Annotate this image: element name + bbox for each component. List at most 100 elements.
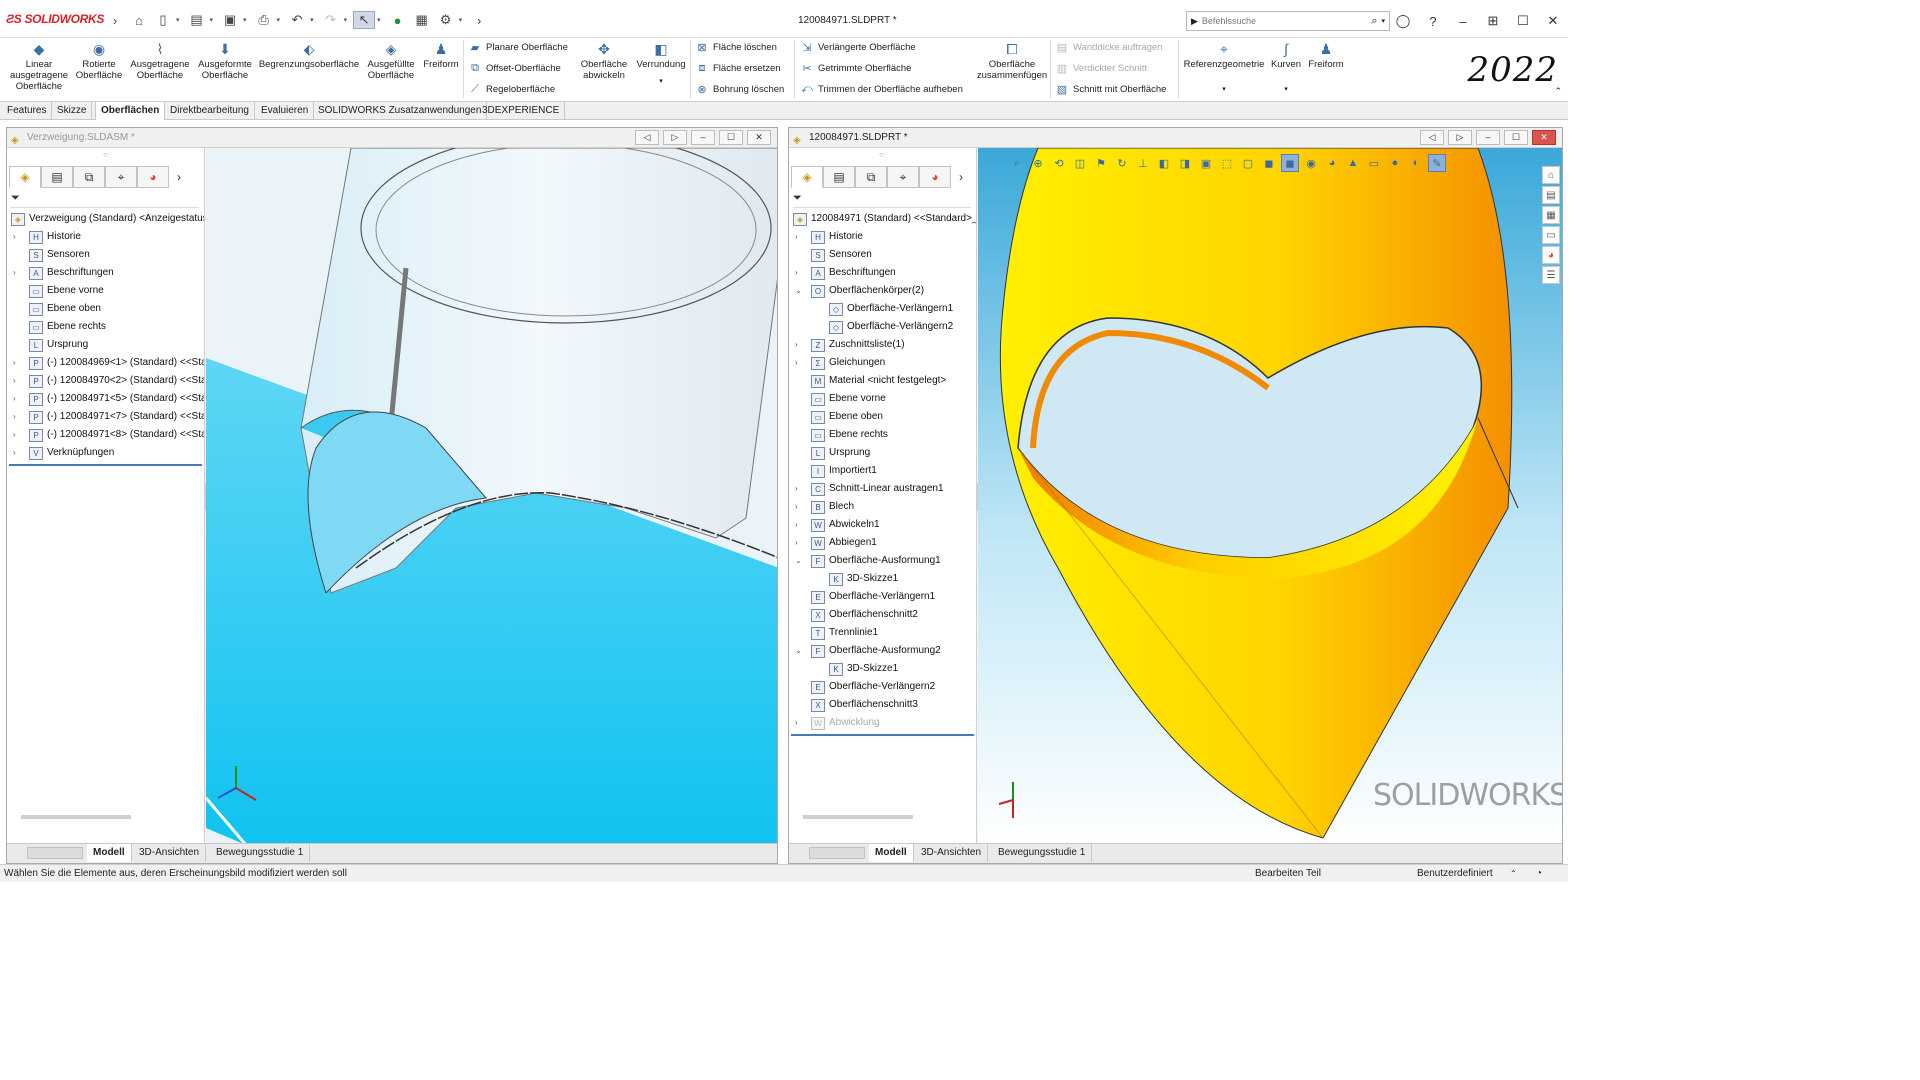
rotate-icon[interactable]: ↻ <box>1113 154 1131 172</box>
tree-item[interactable]: L Ursprung <box>789 444 976 462</box>
tree-item[interactable]: › A Beschriftungen <box>7 264 204 282</box>
freeform-button-2[interactable]: ♟ Freiform <box>1306 38 1346 71</box>
tab-model[interactable]: Modell <box>869 844 914 862</box>
tree-item[interactable]: › P (-) 120084969<1> (Standard) <<Star <box>7 354 204 372</box>
tree-item[interactable]: ▭ Ebene oben <box>7 300 204 318</box>
tree-item[interactable]: M Material <nicht festgelegt> <box>789 372 976 390</box>
expand-icon[interactable]: ⌄ <box>795 642 805 660</box>
section-view-icon[interactable]: ◫ <box>1071 154 1089 172</box>
flatten-surface-button[interactable]: ✥ Oberfläche abwickeln <box>576 38 632 82</box>
tree-item[interactable]: › P (-) 120084971<8> (Standard) <<Star <box>7 426 204 444</box>
dimxpert-tab-icon[interactable]: ⌖ <box>105 166 137 188</box>
tree-item[interactable]: › H Historie <box>7 228 204 246</box>
help-icon[interactable]: ? <box>1418 11 1448 31</box>
close-icon[interactable]: ✕ <box>1532 130 1556 145</box>
expand-icon[interactable]: › <box>795 534 805 552</box>
tab-addins[interactable]: SOLIDWORKS Zusatzanwendungen <box>313 102 488 120</box>
revolve-surface-button[interactable]: ◉ Rotierte Oberfläche <box>76 38 122 82</box>
wireframe-icon[interactable]: ⬚ <box>1218 154 1236 172</box>
expand-icon[interactable]: › <box>13 264 23 282</box>
command-search[interactable]: ▶ Befehlssuche ⌕ ▾ <box>1186 11 1390 31</box>
save-icon[interactable]: ▣ <box>219 11 241 29</box>
expand-icon[interactable]: › <box>13 408 23 426</box>
maximize-icon[interactable]: ☐ <box>1508 11 1538 31</box>
tab-sketch[interactable]: Skizze <box>52 102 93 120</box>
appearances-icon[interactable]: ◕ <box>1542 246 1560 264</box>
select-cursor-icon[interactable]: ↖ <box>353 11 376 29</box>
chevron-right-icon[interactable]: › <box>169 166 189 188</box>
shaded-with-edges-icon[interactable]: ◼ <box>1281 154 1299 172</box>
tree-item[interactable]: › V Verknüpfungen <box>7 444 204 462</box>
tab-surfaces[interactable]: Oberflächen <box>95 102 166 120</box>
tab-evaluate[interactable]: Evaluieren <box>256 102 315 120</box>
delete-face-button[interactable]: ⊠ Fläche löschen <box>695 40 777 54</box>
expand-icon[interactable]: › <box>795 714 805 732</box>
tab-scroll-buttons[interactable] <box>809 847 865 859</box>
tree-item[interactable]: S Sensoren <box>7 246 204 264</box>
search-input[interactable]: Befehlssuche <box>1202 16 1367 26</box>
tree-item[interactable]: ⌄ O Oberflächenkörper(2) <box>789 282 976 300</box>
tree-item[interactable]: ▭ Ebene rechts <box>7 318 204 336</box>
horizontal-scrollbar[interactable] <box>803 815 913 819</box>
tab-motion-study[interactable]: Bewegungsstudie 1 <box>210 844 311 862</box>
cube-icon[interactable]: ▣ <box>1197 154 1215 172</box>
minimize-icon[interactable]: – <box>691 130 715 145</box>
thicken-button[interactable]: ▤ Wanddicke auftragen <box>1055 40 1163 54</box>
collapse-ribbon-icon[interactable]: ⌃ <box>1554 86 1562 97</box>
horizontal-scrollbar[interactable] <box>21 815 131 819</box>
zoom-to-fit-icon[interactable]: ⌕ <box>1008 154 1026 172</box>
expand-icon[interactable]: › <box>795 498 805 516</box>
tree-item[interactable]: T Trennlinie1 <box>789 624 976 642</box>
tab-model[interactable]: Modell <box>87 844 132 862</box>
minimize-icon[interactable]: – <box>1476 130 1500 145</box>
monitor-icon[interactable]: ▭ <box>1365 154 1383 172</box>
tree-item[interactable]: › Σ Gleichungen <box>789 354 976 372</box>
tree-root[interactable]: ◈ Verzweigung (Standard) <Anzeigestatus- <box>7 210 204 228</box>
tree-item[interactable]: I Importiert1 <box>789 462 976 480</box>
expand-icon[interactable]: › <box>13 426 23 444</box>
undo-icon[interactable]: ↶ <box>286 11 308 29</box>
restore-next-icon[interactable]: ▷ <box>663 130 687 145</box>
thickened-cut-button[interactable]: ▥ Verdickter Schnitt <box>1055 61 1147 75</box>
graphics-area[interactable]: ⌕ ⊕ ⟲ ◫ ⚑ ↻ ⊥ ◧ ◨ ▣ ⬚ ▢ ◼ ◼ ◉ ◕ ▲ ▭ ● ◐ … <box>978 148 1562 843</box>
tree-item[interactable]: › P (-) 120084971<7> (Standard) <<Star <box>7 408 204 426</box>
extend-surface-button[interactable]: ⇲ Verlängerte Oberfläche <box>800 40 915 54</box>
feature-manager-tab-icon[interactable]: ◈ <box>791 166 823 188</box>
shaded-icon[interactable]: ◼ <box>1260 154 1278 172</box>
expand-icon[interactable]: › <box>795 264 805 282</box>
home-icon[interactable]: ⌂ <box>128 11 150 29</box>
expand-icon[interactable]: › <box>13 372 23 390</box>
display-style-icon[interactable]: ◨ <box>1176 154 1194 172</box>
chevron-right-icon[interactable]: › <box>951 166 971 188</box>
tree-item[interactable]: K 3D-Skizze1 <box>789 570 976 588</box>
tab-motion-study[interactable]: Bewegungsstudie 1 <box>992 844 1093 862</box>
tree-item[interactable]: › P (-) 120084970<2> (Standard) <<Star <box>7 372 204 390</box>
close-icon[interactable]: ✕ <box>747 130 771 145</box>
tree-item[interactable]: K 3D-Skizze1 <box>789 660 976 678</box>
view-orientation-icon[interactable]: ◧ <box>1155 154 1173 172</box>
untrim-surface-button[interactable]: ⤺ Trimmen der Oberfläche aufheben <box>800 82 963 96</box>
fillet-button[interactable]: ◧ Verrundung ▾ <box>634 38 688 87</box>
expand-icon[interactable]: ⌄ <box>795 552 805 570</box>
expand-icon[interactable]: › <box>795 480 805 498</box>
dynamic-annotation-icon[interactable]: ⚑ <box>1092 154 1110 172</box>
shadows-icon[interactable]: ◐ <box>1407 154 1425 172</box>
freeform-button[interactable]: ♟ Freiform <box>420 38 462 71</box>
configuration-manager-tab-icon[interactable]: ⧉ <box>855 166 887 188</box>
dimxpert-tab-icon[interactable]: ⌖ <box>887 166 919 188</box>
tree-item[interactable]: X Oberflächenschnitt3 <box>789 696 976 714</box>
tree-item[interactable]: E Oberfläche-Verlängern2 <box>789 678 976 696</box>
tree-item[interactable]: X Oberflächenschnitt2 <box>789 606 976 624</box>
restore-prev-icon[interactable]: ◁ <box>635 130 659 145</box>
new-document-icon[interactable]: ▯ <box>152 11 174 29</box>
planar-surface-button[interactable]: ▰ Planare Oberfläche <box>468 40 568 54</box>
appearance-icon[interactable]: ◕ <box>1323 154 1341 172</box>
tree-root[interactable]: ◈ 120084971 (Standard) <<Standard>_A <box>789 210 976 228</box>
previous-view-icon[interactable]: ⟲ <box>1050 154 1068 172</box>
minimize-icon[interactable]: – <box>1448 11 1478 31</box>
tree-item[interactable]: ▭ Ebene vorne <box>7 282 204 300</box>
tree-item[interactable]: L Ursprung <box>7 336 204 354</box>
redo-icon[interactable]: ↷ <box>320 11 342 29</box>
search-icon[interactable]: ⌕ <box>1371 15 1377 28</box>
cut-with-surface-button[interactable]: ▧ Schnitt mit Oberfläche <box>1055 82 1167 96</box>
